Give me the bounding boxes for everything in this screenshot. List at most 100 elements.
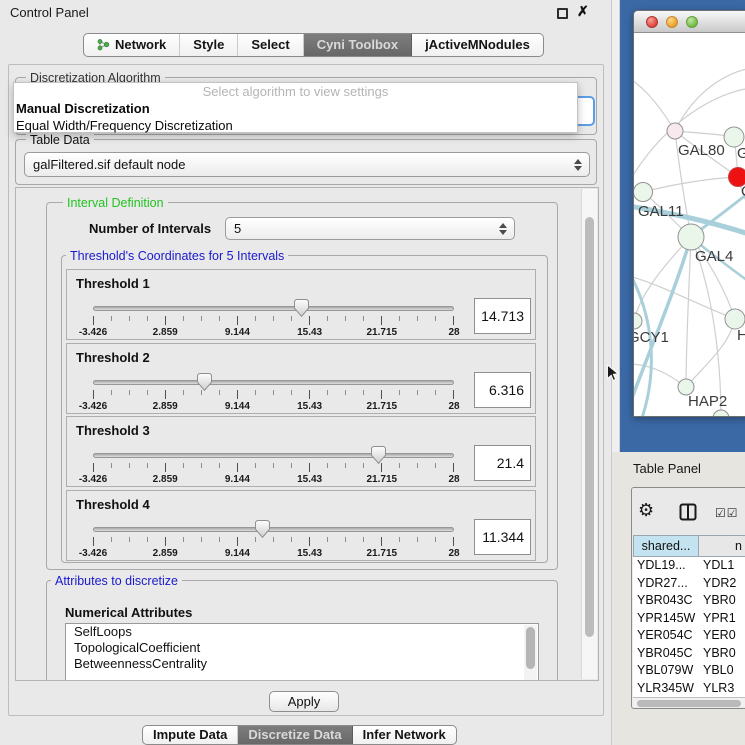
node-partial-bottom[interactable] <box>713 410 729 417</box>
node-gal4[interactable] <box>678 224 704 250</box>
network-icon <box>97 38 110 51</box>
slider-track[interactable] <box>93 527 454 532</box>
list-item[interactable]: SelfLoops <box>66 624 538 640</box>
thresholds-group: Threshold's Coordinates for 5 Intervals … <box>61 255 548 563</box>
slider-ticks <box>93 537 454 546</box>
number-of-intervals-combobox[interactable]: 5 <box>225 217 515 240</box>
tab-infer-network[interactable]: Infer Network <box>353 726 456 744</box>
svg-text:GA: GA <box>737 145 745 162</box>
svg-text:GAL11: GAL11 <box>638 203 684 220</box>
algorithm-dropdown-popup: Select algorithm to view settings Manual… <box>13 82 578 133</box>
slider-track[interactable] <box>93 453 454 458</box>
popup-option-manual-discretization[interactable]: Manual Discretization <box>14 100 577 117</box>
settings-scroll-area: Interval Definition Number of Intervals … <box>15 187 599 681</box>
slider-thumb[interactable] <box>254 519 271 539</box>
table-row[interactable]: YBR043CYBR0 <box>633 592 745 610</box>
slider-ticks <box>93 463 454 472</box>
list-item[interactable]: BetweennessCentrality <box>66 656 538 672</box>
svg-text:GCY1: GCY1 <box>634 329 669 346</box>
threshold-4-panel: Threshold 4 -3.426 2.859 9.144 15.43 21.… <box>66 490 536 561</box>
slider-track[interactable] <box>93 306 454 311</box>
split-pane-divider[interactable] <box>612 0 620 452</box>
cyni-toolbox-panel: Discretization Algorithm Table Data galF… <box>8 64 604 716</box>
popup-placeholder-item[interactable]: Select algorithm to view settings <box>14 83 577 100</box>
svg-text:HAP2: HAP2 <box>688 393 727 410</box>
thresholds-group-label: Threshold's Coordinates for 5 Intervals <box>66 249 288 263</box>
table-header: shared... n <box>632 535 745 557</box>
close-icon[interactable]: ✗ <box>577 3 589 20</box>
slider-track[interactable] <box>93 380 454 385</box>
list-item[interactable]: TopologicalCoefficient <box>66 640 538 656</box>
table-toolbar: ⚙ ☑☑ <box>632 488 745 535</box>
checkbox-icon: ☑ <box>715 506 727 520</box>
threshold-3-value-field[interactable]: 21.4 <box>474 445 531 481</box>
node-ga[interactable] <box>724 127 744 147</box>
table-row[interactable]: YDR27...YDR2 <box>633 575 745 593</box>
threshold-2-value-field[interactable]: 6.316 <box>474 372 531 408</box>
close-traffic-light-icon[interactable] <box>646 16 658 28</box>
svg-text:C: C <box>741 183 745 200</box>
table-panel-title: Table Panel <box>633 461 701 476</box>
numerical-attributes-heading: Numerical Attributes <box>65 605 192 620</box>
tab-cyni-toolbox[interactable]: Cyni Toolbox <box>304 34 412 56</box>
table-body: YDL19...YDL1 YDR27...YDR2 YBR043CYBR0 YP… <box>633 557 745 697</box>
threshold-1-value-field[interactable]: 14.713 <box>474 298 531 334</box>
node-gcy1[interactable] <box>634 313 642 329</box>
attributes-group-label: Attributes to discretize <box>51 574 182 588</box>
node-h[interactable] <box>725 309 745 329</box>
zoom-traffic-light-icon[interactable] <box>686 16 698 28</box>
node-gal80[interactable] <box>667 123 683 139</box>
table-row[interactable]: YDL19...YDL1 <box>633 557 745 575</box>
tab-select[interactable]: Select <box>238 34 303 56</box>
tab-jactivemnodules[interactable]: jActiveMNodules <box>412 34 543 56</box>
gear-icon[interactable]: ⚙ <box>638 500 654 521</box>
number-of-intervals-value: 5 <box>234 221 241 236</box>
float-window-icon[interactable] <box>557 8 568 19</box>
combo-arrows-icon <box>499 223 507 235</box>
tab-discretize-data[interactable]: Discretize Data <box>238 726 352 744</box>
slider-thumb[interactable] <box>196 372 213 392</box>
slider-thumb[interactable] <box>293 298 310 318</box>
table-row[interactable]: YPR145WYPR1 <box>633 610 745 628</box>
control-panel: Control Panel ✗ Network Style Select Cyn… <box>0 0 612 745</box>
tab-style[interactable]: Style <box>180 34 238 56</box>
columns-icon[interactable] <box>679 503 697 521</box>
table-row[interactable]: YBR045CYBR0 <box>633 645 745 663</box>
threshold-2-panel: Threshold 2 -3.426 2.859 9.144 15.43 21.… <box>66 343 536 414</box>
table-row[interactable]: YLR345WYLR3 <box>633 680 745 698</box>
apply-button[interactable]: Apply <box>269 691 339 712</box>
node-gal11[interactable] <box>634 183 653 202</box>
table-row[interactable]: YBL079WYBL0 <box>633 662 745 680</box>
popup-option-equal-width-frequency[interactable]: Equal Width/Frequency Discretization <box>14 117 577 134</box>
interval-definition-label: Interval Definition <box>63 196 168 210</box>
table-data-label: Table Data <box>26 133 94 147</box>
table-horizontal-scrollbar[interactable] <box>633 697 745 707</box>
number-of-intervals-label: Number of Intervals <box>89 221 211 236</box>
minimize-traffic-light-icon[interactable] <box>666 16 678 28</box>
threshold-3-panel: Threshold 3 -3.426 2.859 9.144 15.43 21.… <box>66 416 536 487</box>
column-header-name[interactable]: n <box>699 535 745 557</box>
mouse-cursor <box>606 364 619 383</box>
checkbox-icon: ☑ <box>727 506 739 520</box>
tab-impute-data[interactable]: Impute Data <box>143 726 238 744</box>
table-data-group: Table Data galFiltered.sif default node <box>15 139 597 185</box>
settings-vertical-scrollbar[interactable] <box>581 189 597 679</box>
column-header-shared[interactable]: shared... <box>633 535 699 557</box>
list-scrollbar[interactable] <box>524 625 537 681</box>
threshold-1-panel: Threshold 1 -3.426 2.859 9.144 15.43 21.… <box>66 269 536 340</box>
panel-title: Control Panel <box>10 5 89 20</box>
interval-definition-group: Interval Definition Number of Intervals … <box>46 202 558 570</box>
table-data-combobox[interactable]: galFiltered.sif default node <box>24 152 590 177</box>
network-window-titlebar[interactable] <box>634 11 745 33</box>
threshold-4-value-field[interactable]: 11.344 <box>474 519 531 555</box>
bottom-tabbar: Impute Data Discretize Data Infer Networ… <box>142 725 457 745</box>
svg-text:GAL4: GAL4 <box>695 248 733 265</box>
table-row[interactable]: YER054CYER0 <box>633 627 745 645</box>
select-columns-icon[interactable]: ☑☑ <box>715 506 739 520</box>
svg-text:H: H <box>737 327 745 344</box>
numerical-attributes-list: SelfLoops TopologicalCoefficient Between… <box>65 623 539 681</box>
slider-thumb[interactable] <box>370 445 387 465</box>
network-canvas[interactable]: GAL80 GA C GAL11 GAL4 GCY1 H HAP2 <box>634 34 745 417</box>
tab-network[interactable]: Network <box>84 34 180 56</box>
network-view-window: GAL80 GA C GAL11 GAL4 GCY1 H HAP2 <box>633 10 745 417</box>
